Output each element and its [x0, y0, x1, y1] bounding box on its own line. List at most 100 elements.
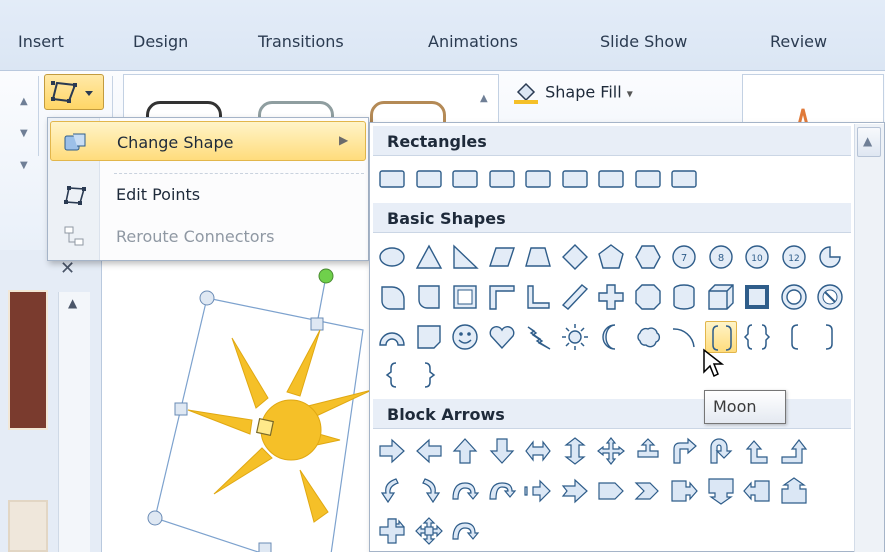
rectangle-shape-button[interactable]: [413, 163, 445, 195]
gallery-scrollbar[interactable]: [854, 124, 884, 552]
rectangle-shape-button[interactable]: [668, 163, 700, 195]
block-arrow-shape-button[interactable]: [741, 475, 773, 507]
tab-slide-show[interactable]: Slide Show: [600, 32, 687, 51]
tab-transitions[interactable]: Transitions: [258, 32, 344, 51]
basic-shape-button[interactable]: [595, 321, 627, 353]
basic-shape-button[interactable]: [376, 241, 408, 273]
slide-thumbnail[interactable]: [8, 290, 48, 430]
block-arrow-shape-button[interactable]: [595, 475, 627, 507]
block-arrow-shape-button[interactable]: [486, 435, 518, 467]
basic-shape-button[interactable]: [668, 321, 700, 353]
menu-item-edit-points[interactable]: Edit Points: [50, 174, 366, 214]
basic-shape-button[interactable]: [522, 281, 554, 313]
basic-shape-button[interactable]: 12: [778, 241, 810, 273]
basic-shape-button[interactable]: [413, 241, 445, 273]
block-arrow-shape-button[interactable]: [705, 435, 737, 467]
block-arrow-shape-button[interactable]: [376, 435, 408, 467]
basic-shape-button[interactable]: [413, 321, 445, 353]
basic-shape-button[interactable]: [522, 241, 554, 273]
basic-shape-button[interactable]: [814, 321, 846, 353]
basic-shape-button[interactable]: [705, 281, 737, 313]
basic-shape-button[interactable]: [486, 321, 518, 353]
block-arrow-shape-button[interactable]: [705, 475, 737, 507]
edit-shape-button[interactable]: [44, 74, 104, 110]
menu-item-change-shape[interactable]: Change Shape ▶: [50, 121, 366, 161]
more-icon[interactable]: ▼: [20, 160, 28, 171]
basic-shape-button[interactable]: 7: [668, 241, 700, 273]
basic-shape-button[interactable]: [413, 281, 445, 313]
basic-shape-button[interactable]: [522, 321, 554, 353]
basic-shape-button[interactable]: [376, 281, 408, 313]
gallery-scroll-up-icon[interactable]: ▲: [480, 93, 488, 104]
adjustment-handle[interactable]: [255, 417, 275, 437]
basic-shape-button[interactable]: [449, 321, 481, 353]
tab-insert[interactable]: Insert: [18, 32, 64, 51]
resize-handle[interactable]: [310, 317, 324, 331]
basic-shape-button[interactable]: [595, 241, 627, 273]
block-arrow-shape-button[interactable]: [522, 435, 554, 467]
rotation-handle[interactable]: [318, 268, 334, 284]
block-arrow-shape-button[interactable]: [632, 475, 664, 507]
basic-shape-button[interactable]: [376, 321, 408, 353]
basic-shape-button[interactable]: [595, 281, 627, 313]
block-arrow-shape-button[interactable]: [559, 435, 591, 467]
block-arrow-shape-button[interactable]: [376, 475, 408, 507]
rectangle-shape-button[interactable]: [559, 163, 591, 195]
block-arrow-shape-button[interactable]: [559, 475, 591, 507]
block-arrow-shape-button[interactable]: [595, 435, 627, 467]
block-arrow-shape-button[interactable]: [778, 435, 810, 467]
resize-handle[interactable]: [258, 542, 272, 552]
slide-thumbnail[interactable]: [8, 500, 48, 552]
block-arrow-shape-button[interactable]: [413, 435, 445, 467]
block-arrow-shape-button[interactable]: [668, 435, 700, 467]
block-arrow-shape-button[interactable]: [668, 475, 700, 507]
shape-fill-button[interactable]: Shape Fill ▾: [512, 82, 633, 104]
basic-shape-button[interactable]: 10: [741, 241, 773, 273]
block-arrow-shape-button[interactable]: [449, 515, 481, 547]
basic-shape-button[interactable]: [413, 359, 445, 391]
basic-shape-button[interactable]: [486, 281, 518, 313]
basic-shape-button[interactable]: [632, 281, 664, 313]
basic-shape-button[interactable]: [632, 241, 664, 273]
basic-shape-button[interactable]: [376, 359, 408, 391]
gallery-scroll-up-button[interactable]: ▲: [857, 127, 881, 157]
basic-shape-button[interactable]: [559, 281, 591, 313]
block-arrow-shape-button[interactable]: [376, 515, 408, 547]
basic-shape-button[interactable]: [814, 241, 846, 273]
basic-shape-button[interactable]: [559, 321, 591, 353]
basic-shape-button[interactable]: [741, 321, 773, 353]
basic-shape-button[interactable]: [668, 281, 700, 313]
tab-design[interactable]: Design: [133, 32, 188, 51]
resize-handle[interactable]: [147, 510, 163, 526]
block-arrow-shape-button[interactable]: [486, 475, 518, 507]
basic-shape-button[interactable]: [778, 321, 810, 353]
block-arrow-shape-button[interactable]: [778, 475, 810, 507]
basic-shape-button[interactable]: [778, 281, 810, 313]
basic-shape-button[interactable]: [741, 281, 773, 313]
block-arrow-shape-button[interactable]: [632, 435, 664, 467]
block-arrow-shape-button[interactable]: [413, 475, 445, 507]
sun-shape[interactable]: [187, 329, 372, 523]
scroll-up-icon[interactable]: ▲: [68, 296, 77, 310]
basic-shape-button[interactable]: [814, 281, 846, 313]
rectangle-shape-button[interactable]: [449, 163, 481, 195]
slides-pane-scrollbar[interactable]: ▲: [58, 292, 90, 552]
scroll-up-icon[interactable]: ▲: [20, 96, 28, 107]
basic-shape-button[interactable]: [559, 241, 591, 273]
menu-item-reroute-connectors[interactable]: Reroute Connectors: [50, 216, 366, 256]
rectangle-shape-button[interactable]: [486, 163, 518, 195]
basic-shape-button[interactable]: [632, 321, 664, 353]
tab-review[interactable]: Review: [770, 32, 827, 51]
basic-shape-button[interactable]: [486, 241, 518, 273]
resize-handle[interactable]: [174, 402, 188, 416]
rectangle-shape-button[interactable]: [522, 163, 554, 195]
basic-shape-button[interactable]: [449, 241, 481, 273]
basic-shape-button[interactable]: [449, 281, 481, 313]
basic-shape-button[interactable]: 8: [705, 241, 737, 273]
block-arrow-shape-button[interactable]: [741, 435, 773, 467]
block-arrow-shape-button[interactable]: [449, 435, 481, 467]
close-pane-icon[interactable]: ✕: [60, 258, 75, 279]
block-arrow-shape-button[interactable]: [413, 515, 445, 547]
scroll-down-icon[interactable]: ▼: [20, 128, 28, 139]
block-arrow-shape-button[interactable]: [449, 475, 481, 507]
